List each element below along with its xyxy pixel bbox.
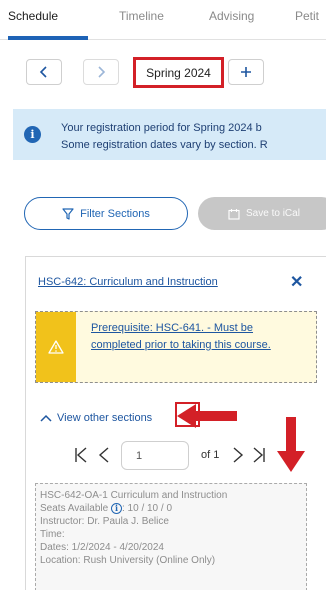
annotation-arrow-down bbox=[277, 417, 305, 472]
previous-term-button[interactable] bbox=[26, 59, 62, 85]
warning-icon bbox=[48, 340, 64, 354]
instructor: Instructor: Dr. Paula J. Belice bbox=[40, 516, 169, 527]
last-page-icon[interactable] bbox=[252, 447, 266, 463]
view-other-sections-label: View other sections bbox=[57, 412, 153, 424]
info-icon: i bbox=[24, 126, 41, 143]
tab-petitions[interactable]: Petit bbox=[295, 9, 319, 23]
registration-info-banner: i Your registration period for Spring 20… bbox=[13, 109, 326, 160]
previous-page-icon[interactable] bbox=[98, 447, 110, 463]
save-to-ical-button[interactable]: Save to iCal bbox=[198, 197, 326, 230]
seats-value: : 10 / 10 / 0 bbox=[121, 503, 173, 514]
annotation-arrow-left bbox=[177, 404, 237, 428]
calendar-icon bbox=[228, 208, 240, 220]
chevron-left-icon bbox=[39, 66, 47, 78]
filter-sections-label: Filter Sections bbox=[80, 207, 150, 220]
close-icon[interactable]: ✕ bbox=[290, 272, 303, 292]
banner-text: Your registration period for Spring 2024… bbox=[61, 120, 268, 154]
section-details[interactable]: HSC-642-OA-1 Curriculum and Instruction … bbox=[35, 483, 307, 590]
dates: Dates: 1/2/2024 - 4/20/2024 bbox=[40, 542, 164, 553]
view-other-sections-toggle[interactable]: View other sections bbox=[40, 412, 152, 424]
seats-available-row: Seats Available i: 10 / 10 / 0 bbox=[40, 502, 227, 515]
tab-advising[interactable]: Advising bbox=[209, 9, 254, 23]
term-selector[interactable]: Spring 2024 bbox=[133, 57, 224, 88]
next-page-icon[interactable] bbox=[232, 447, 244, 463]
page-number-input[interactable]: 1 bbox=[121, 441, 189, 470]
next-term-button[interactable] bbox=[83, 59, 119, 85]
first-page-icon[interactable] bbox=[74, 447, 88, 463]
plus-icon bbox=[241, 67, 251, 77]
banner-line-2: Some registration dates vary by section.… bbox=[61, 139, 268, 151]
tab-schedule[interactable]: Schedule bbox=[8, 9, 58, 23]
section-details-text: HSC-642-OA-1 Curriculum and Instruction … bbox=[40, 489, 227, 567]
page-count: of 1 bbox=[201, 449, 220, 461]
course-title-link[interactable]: HSC-642: Curriculum and Instruction bbox=[38, 276, 218, 288]
prerequisite-warning: Prerequisite: HSC-641. - Must be complet… bbox=[35, 311, 317, 383]
seats-label: Seats Available bbox=[40, 503, 109, 514]
tab-timeline[interactable]: Timeline bbox=[119, 9, 164, 23]
section-title: HSC-642-OA-1 Curriculum and Instruction bbox=[40, 490, 228, 501]
add-term-button[interactable] bbox=[228, 59, 264, 85]
term-label: Spring 2024 bbox=[146, 65, 211, 80]
seats-info-icon[interactable]: i bbox=[110, 502, 122, 514]
filter-icon bbox=[62, 207, 74, 220]
tab-bar: Schedule Timeline Advising Petit bbox=[0, 0, 326, 40]
banner-line-1: Your registration period for Spring 2024… bbox=[61, 122, 262, 134]
prerequisite-stripe bbox=[36, 312, 76, 382]
chevron-right-icon bbox=[98, 66, 106, 78]
filter-sections-button[interactable]: Filter Sections bbox=[24, 197, 188, 230]
prerequisite-link[interactable]: Prerequisite: HSC-641. - Must be complet… bbox=[91, 320, 301, 354]
chevron-up-icon bbox=[40, 414, 52, 422]
active-tab-indicator bbox=[8, 36, 88, 40]
time: Time: bbox=[40, 529, 65, 540]
location: Location: Rush University (Online Only) bbox=[40, 555, 216, 566]
save-to-ical-label: Save to iCal bbox=[246, 208, 300, 219]
